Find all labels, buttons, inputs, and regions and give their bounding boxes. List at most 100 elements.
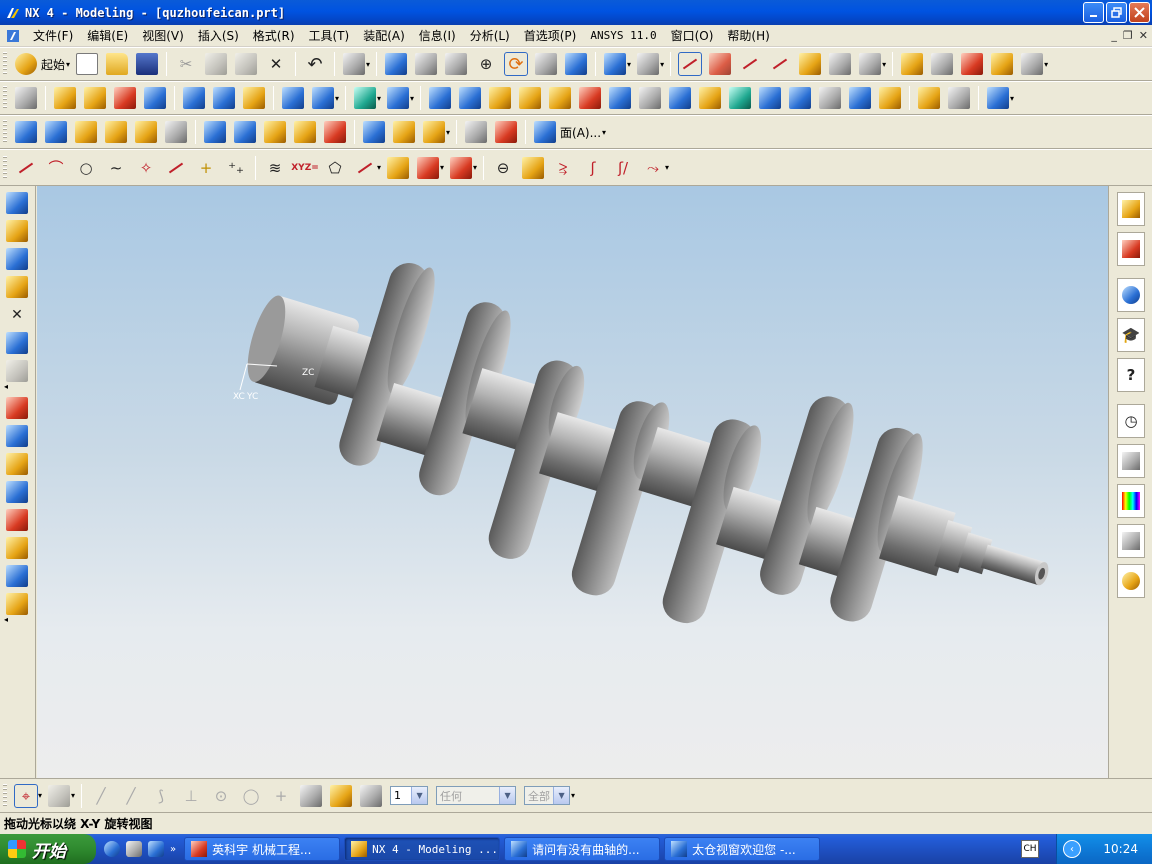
snap-midpoint-icon[interactable]: ╱ <box>120 785 142 807</box>
offset-surface-icon[interactable] <box>393 121 415 143</box>
boss-icon[interactable] <box>213 87 235 109</box>
undo-icon[interactable]: ↶ <box>304 53 326 75</box>
pattern-face-icon[interactable] <box>729 87 752 109</box>
chevron-down-icon[interactable]: ▾ <box>602 128 606 137</box>
cylinder-icon[interactable] <box>312 87 334 109</box>
chevron-down-icon[interactable]: ▼ <box>553 787 570 804</box>
spline-icon[interactable]: ∼ <box>105 157 127 179</box>
assembly-navigator-tab[interactable] <box>1117 192 1145 226</box>
promote-icon[interactable] <box>948 87 971 109</box>
menu-format[interactable]: 格式(R) <box>246 27 302 44</box>
zoom-icon[interactable] <box>445 53 468 75</box>
graphics-window[interactable]: XC YC ZC <box>37 186 1108 778</box>
block-icon[interactable] <box>282 87 304 109</box>
snap-intersection-icon[interactable]: ⊥ <box>180 785 202 807</box>
users-tab[interactable] <box>1117 564 1145 598</box>
sketch-icon[interactable] <box>6 360 28 382</box>
patch-icon[interactable] <box>789 87 812 109</box>
bridge-surface-icon[interactable] <box>294 121 316 143</box>
helix-icon[interactable]: ≋ <box>264 157 286 179</box>
extract-icon[interactable] <box>987 87 1010 109</box>
chevron-down-icon[interactable]: ▾ <box>366 60 370 69</box>
toolbar-grip[interactable] <box>3 52 7 76</box>
thread-icon[interactable] <box>639 87 662 109</box>
polyline-icon[interactable]: ✧ <box>135 157 157 179</box>
through-curve-mesh-icon[interactable] <box>45 121 67 143</box>
pan-icon[interactable] <box>535 53 558 75</box>
revolve-icon[interactable] <box>84 87 106 109</box>
measure-body-icon[interactable] <box>991 53 1014 75</box>
toolbar-grip[interactable] <box>3 783 7 808</box>
law-curve-icon[interactable]: XYZ= <box>291 157 319 179</box>
snap-arc-center-icon[interactable]: ⊙ <box>210 785 232 807</box>
circle-icon[interactable]: ○ <box>75 157 97 179</box>
copy-to-layer-icon[interactable] <box>360 784 383 807</box>
chevron-down-icon[interactable]: ▾ <box>571 791 575 800</box>
rotate-icon[interactable]: ⟳ <box>504 52 529 76</box>
assembly-constraints-icon[interactable] <box>6 425 28 447</box>
part-navigator-tab[interactable] <box>1117 232 1145 266</box>
part-navigator-icon[interactable] <box>15 87 37 109</box>
instance-icon[interactable] <box>669 87 692 109</box>
menu-insert[interactable]: 插入(S) <box>191 27 246 44</box>
restore-button[interactable] <box>1106 2 1127 23</box>
snap-crosshair-icon[interactable]: ⌖ <box>14 783 38 808</box>
select-feature-icon[interactable] <box>48 784 71 807</box>
pocket-icon[interactable] <box>243 87 265 109</box>
save-icon[interactable] <box>136 53 159 75</box>
wrap-geometry-icon[interactable] <box>879 87 902 109</box>
chevron-down-icon[interactable]: ▾ <box>66 60 70 69</box>
wcs-origin-icon[interactable] <box>739 53 761 75</box>
crankshaft-model[interactable]: XC YC ZC <box>37 186 1108 778</box>
chevron-down-icon[interactable]: ▾ <box>377 163 381 172</box>
perspective-icon[interactable] <box>565 53 588 75</box>
measure-angle-icon[interactable] <box>931 53 954 75</box>
soft-blend-icon[interactable] <box>579 87 602 109</box>
internet-explorer-icon[interactable] <box>104 841 120 857</box>
sweep-surface-icon[interactable] <box>234 121 256 143</box>
weld-assistant-icon[interactable] <box>6 593 28 615</box>
draft-icon[interactable] <box>489 87 512 109</box>
training-tab[interactable]: 🎓 <box>1117 318 1145 352</box>
measure-length-icon[interactable] <box>961 53 984 75</box>
unite-icon[interactable] <box>354 87 377 109</box>
wcs-display-icon[interactable] <box>678 52 703 76</box>
offset-curve-icon[interactable] <box>165 157 187 179</box>
chevron-down-icon[interactable]: ▾ <box>665 163 669 172</box>
close-button[interactable] <box>1129 2 1150 23</box>
paste-icon[interactable] <box>235 53 258 75</box>
start-application-icon[interactable] <box>15 53 37 75</box>
snap-point-icon[interactable] <box>799 53 822 75</box>
feature-operation-icon[interactable] <box>6 397 28 419</box>
show-hidden-icons-icon[interactable]: ‹ <box>1063 840 1081 858</box>
start-button[interactable]: 开始 <box>0 834 96 864</box>
chevron-down-icon[interactable]: ▾ <box>446 128 450 137</box>
document-menu-icon[interactable] <box>6 28 22 44</box>
quick-launch-overflow-icon[interactable]: » <box>170 844 176 855</box>
toolbar-grip[interactable] <box>3 155 7 180</box>
chevron-down-icon[interactable]: ▾ <box>38 791 42 800</box>
point-constructor-icon[interactable]: ✕ <box>6 304 28 326</box>
chevron-down-icon[interactable]: ▼ <box>499 787 516 804</box>
face-blend-icon[interactable] <box>549 87 572 109</box>
expressions-icon[interactable] <box>6 332 28 354</box>
sew-icon[interactable] <box>759 87 782 109</box>
task-button[interactable]: 太仓视窗欢迎您 -... <box>664 837 821 861</box>
law-extension-icon[interactable] <box>324 121 346 143</box>
menu-analysis[interactable]: 分析(L) <box>463 27 517 44</box>
project-curve-icon[interactable] <box>417 156 440 179</box>
through-curves-icon[interactable] <box>15 121 37 143</box>
measure-distance-icon[interactable] <box>901 53 924 75</box>
mirror-body-icon[interactable] <box>699 87 722 109</box>
mdi-restore-icon[interactable]: ❐ <box>1123 29 1133 42</box>
stretch-curve-icon[interactable]: ⤳ <box>642 157 664 179</box>
shaded-view-icon[interactable] <box>604 53 627 75</box>
menu-tools[interactable]: 工具(T) <box>302 27 357 44</box>
task-button-nx[interactable]: NX 4 - Modeling ... <box>344 837 501 861</box>
divide-curve-icon[interactable]: ⥸ <box>552 157 574 179</box>
copy-icon[interactable] <box>205 53 228 75</box>
input-method-indicator[interactable]: CH <box>1021 840 1039 858</box>
split-body-icon[interactable] <box>849 87 872 109</box>
layer-settings-icon[interactable] <box>300 784 323 807</box>
edit-defining-string-icon[interactable] <box>465 121 488 143</box>
